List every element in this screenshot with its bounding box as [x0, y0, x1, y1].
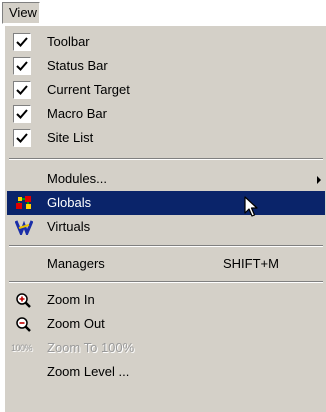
menu-item-modules[interactable]: Modules...: [7, 167, 325, 191]
menu-item-shortcut: SHIFT+M: [223, 256, 279, 271]
zoom-100-icon: 100%: [11, 343, 33, 353]
menu-item-zoom-level[interactable]: Zoom Level ...: [7, 360, 325, 384]
menu-item-zoom-to-100: 100% Zoom To 100%: [7, 336, 325, 360]
menu-item-label: Zoom Out: [47, 316, 105, 331]
menu-item-zoom-out[interactable]: Zoom Out: [7, 312, 325, 336]
menu-item-label: Macro Bar: [47, 106, 107, 121]
checkmark-icon: [13, 81, 31, 99]
checkmark-icon: [13, 33, 31, 51]
zoom-out-icon: [15, 316, 33, 332]
menu-item-label: Status Bar: [47, 58, 108, 73]
menu-item-current-target[interactable]: Current Target: [7, 78, 325, 102]
menu-item-label: Zoom In: [47, 292, 95, 307]
menu-item-toolbar[interactable]: Toolbar: [7, 30, 325, 54]
menu-item-label: Zoom Level ...: [47, 364, 130, 379]
menu-item-label: Managers: [47, 256, 105, 271]
menu-item-globals[interactable]: Globals: [7, 191, 325, 215]
mouse-pointer-icon: [244, 196, 260, 221]
menu-item-label: Globals: [47, 195, 92, 210]
menu-separator: [9, 245, 323, 247]
checkmark-icon: [13, 129, 31, 147]
zoom-in-icon: [15, 292, 33, 308]
menu-item-label: Zoom To 100%: [47, 340, 135, 355]
menu-item-label: Toolbar: [47, 34, 90, 49]
virtuals-icon: [14, 219, 34, 238]
checkmark-icon: [13, 105, 31, 123]
menu-item-zoom-in[interactable]: Zoom In: [7, 288, 325, 312]
menu-item-status-bar[interactable]: Status Bar: [7, 54, 325, 78]
view-menu-title[interactable]: View: [2, 2, 40, 24]
menu-item-label: Virtuals: [47, 219, 91, 234]
menu-item-label: Modules...: [47, 171, 107, 186]
menu-separator: [9, 281, 323, 283]
checkmark-icon: [13, 57, 31, 75]
menu-item-managers[interactable]: Managers SHIFT+M: [7, 252, 325, 276]
menu-separator: [9, 158, 323, 160]
submenu-arrow-icon: [317, 176, 321, 184]
menu-item-macro-bar[interactable]: Macro Bar: [7, 102, 325, 126]
menu-item-site-list[interactable]: Site List: [7, 126, 325, 150]
view-menu: Toolbar Status Bar Current Target Macro …: [4, 25, 326, 412]
menu-item-label: Current Target: [47, 82, 130, 97]
globals-icon: [15, 195, 33, 211]
menu-item-virtuals[interactable]: Virtuals: [7, 215, 325, 239]
menu-item-label: Site List: [47, 130, 94, 145]
